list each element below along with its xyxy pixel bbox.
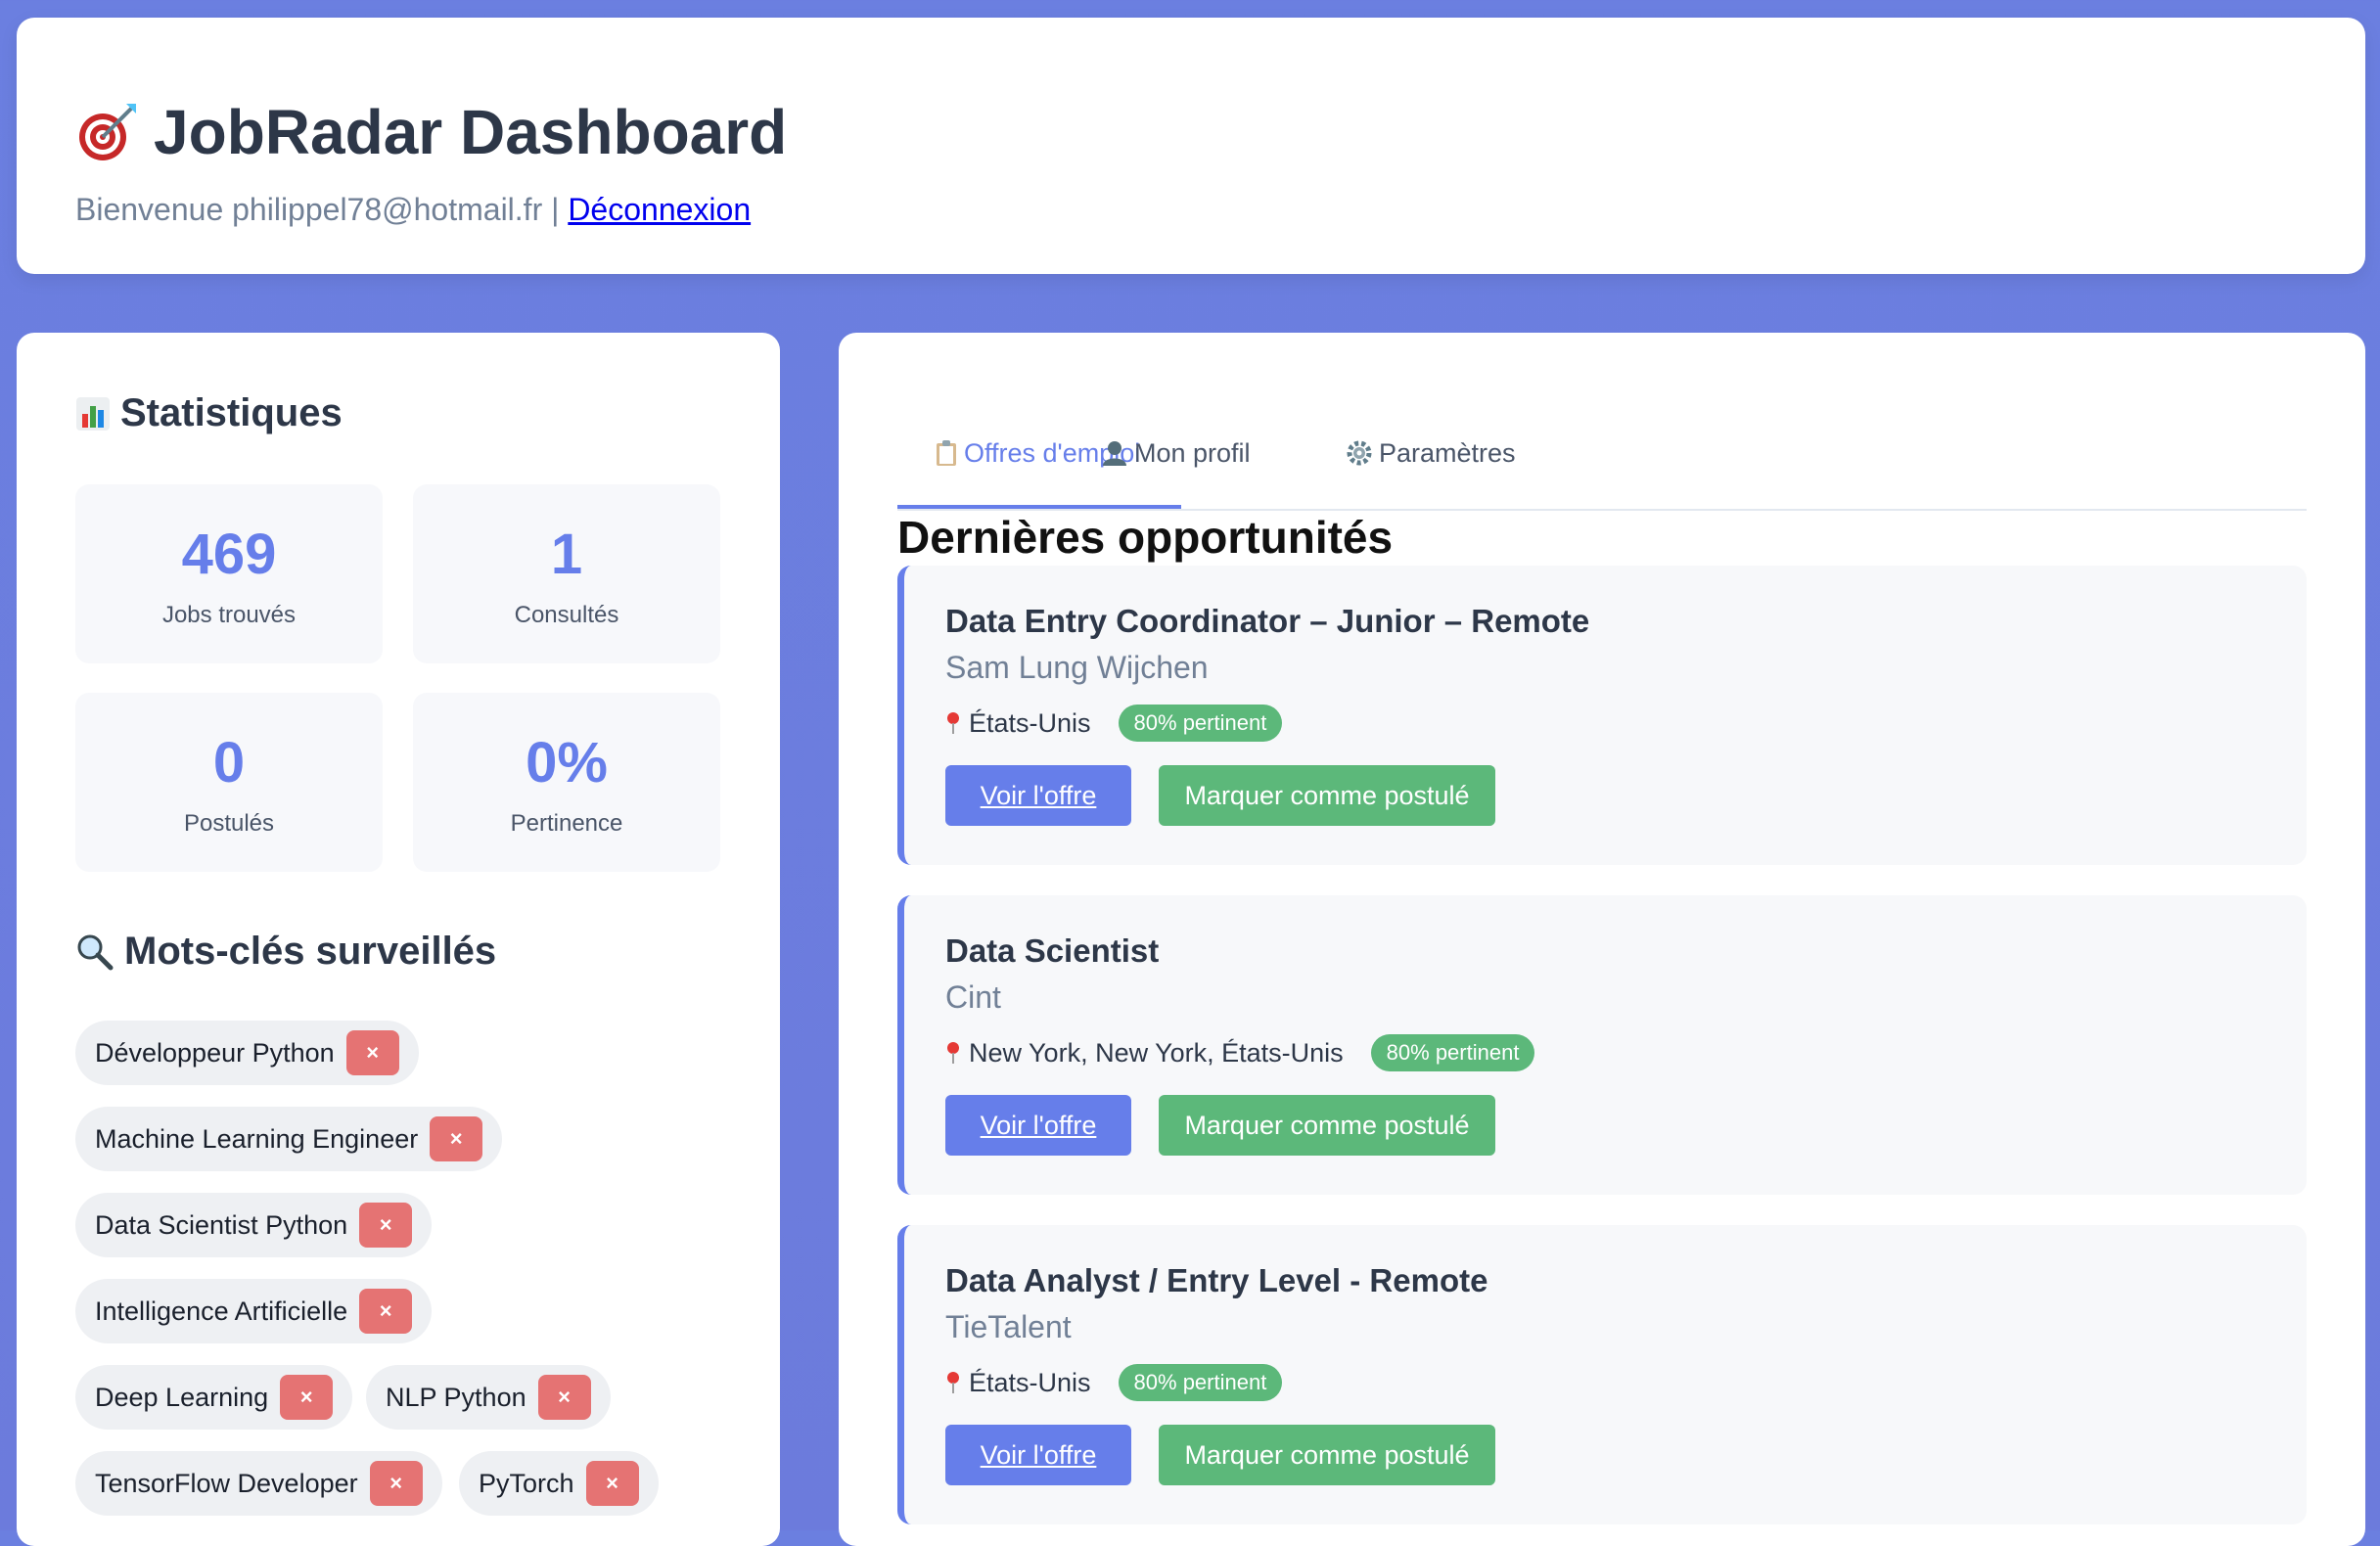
stat-value: 1: [550, 523, 583, 586]
user-icon: [1103, 441, 1126, 466]
stat-card-jobs: 469 Jobs trouvés: [75, 484, 383, 663]
relevance-badge: 80% pertinent: [1370, 1034, 1535, 1071]
sidebar-panel: Statistiques 469 Jobs trouvés 1 Consulté…: [17, 333, 780, 1546]
relevance-badge: 80% pertinent: [1118, 705, 1283, 742]
keyword-label: Intelligence Artificielle: [95, 1296, 348, 1326]
tab-label: Mon profil: [1134, 437, 1251, 468]
keywords-title: Mots-clés surveillés: [75, 930, 496, 974]
job-meta: États-Unis 80% pertinent: [945, 705, 1283, 742]
job-card: Data Entry Coordinator – Junior – Remote…: [897, 566, 2307, 865]
gear-icon: [1347, 440, 1372, 466]
mark-applied-button[interactable]: Marquer comme postulé: [1159, 765, 1495, 826]
job-title: Data Entry Coordinator – Junior – Remote: [945, 603, 1590, 639]
keyword-label: NLP Python: [386, 1382, 526, 1412]
job-location: États-Unis: [945, 708, 1091, 739]
job-meta: États-Unis 80% pertinent: [945, 1364, 1283, 1401]
keyword-label: Deep Learning: [95, 1382, 269, 1412]
pin-icon: [947, 1042, 959, 1064]
app-title: JobRadar Dashboard: [75, 96, 787, 168]
stat-card-relevance: 0% Pertinence: [413, 693, 720, 872]
job-actions: Voir l'offre Marquer comme postulé: [945, 1425, 1495, 1485]
relevance-badge: 80% pertinent: [1118, 1364, 1283, 1401]
welcome-text: Bienvenue philippel78@hotmail.fr |: [75, 192, 560, 227]
remove-keyword-button[interactable]: ×: [359, 1203, 413, 1248]
stat-card-applied: 0 Postulés: [75, 693, 383, 872]
stat-value: 0%: [526, 731, 608, 795]
active-tab-indicator: [897, 505, 1181, 509]
tab-my-profile[interactable]: Mon profil: [1101, 429, 1251, 477]
keyword-label: PyTorch: [479, 1468, 574, 1498]
view-offer-button[interactable]: Voir l'offre: [945, 1095, 1131, 1156]
job-card: Data Scientist Cint New York, New York, …: [897, 895, 2307, 1195]
keyword-label: TensorFlow Developer: [95, 1468, 358, 1498]
pin-icon: [947, 712, 959, 734]
keyword-chip: Intelligence Artificielle ×: [75, 1279, 433, 1343]
stats-title-text: Statistiques: [120, 391, 343, 434]
view-offer-button[interactable]: Voir l'offre: [945, 765, 1131, 826]
job-meta: New York, New York, États-Unis 80% perti…: [945, 1034, 1535, 1071]
job-card: Data Analyst / Entry Level - Remote TieT…: [897, 1225, 2307, 1524]
remove-keyword-button[interactable]: ×: [369, 1461, 423, 1506]
keyword-chip: Machine Learning Engineer ×: [75, 1107, 503, 1171]
job-company: TieTalent: [945, 1309, 1072, 1344]
view-offer-button[interactable]: Voir l'offre: [945, 1425, 1131, 1485]
job-actions: Voir l'offre Marquer comme postulé: [945, 1095, 1495, 1156]
keyword-chip: PyTorch ×: [459, 1451, 659, 1516]
app-title-text: JobRadar Dashboard: [154, 97, 788, 167]
remove-keyword-button[interactable]: ×: [537, 1375, 591, 1420]
remove-keyword-button[interactable]: ×: [359, 1289, 413, 1334]
job-location: New York, New York, États-Unis: [945, 1038, 1344, 1069]
keywords-title-text: Mots-clés surveillés: [124, 930, 497, 973]
job-title: Data Analyst / Entry Level - Remote: [945, 1262, 1488, 1298]
keyword-label: Machine Learning Engineer: [95, 1123, 419, 1154]
main-panel: Offres d'emploi Mon profil Paramètres De…: [839, 333, 2365, 1546]
logout-link[interactable]: Déconnexion: [568, 192, 751, 227]
clipboard-icon: [937, 440, 956, 466]
stat-value: 469: [181, 523, 277, 586]
keyword-chip: Deep Learning ×: [75, 1365, 353, 1430]
stats-title: Statistiques: [75, 391, 343, 435]
keyword-chip: NLP Python ×: [366, 1365, 611, 1430]
magnifier-icon: [77, 934, 114, 970]
remove-keyword-button[interactable]: ×: [345, 1030, 399, 1075]
mark-applied-button[interactable]: Marquer comme postulé: [1159, 1095, 1495, 1156]
mark-applied-button[interactable]: Marquer comme postulé: [1159, 1425, 1495, 1485]
remove-keyword-button[interactable]: ×: [585, 1461, 639, 1506]
job-company: Sam Lung Wijchen: [945, 650, 1209, 685]
tab-settings[interactable]: Paramètres: [1346, 429, 1516, 477]
header: JobRadar Dashboard Bienvenue philippel78…: [17, 18, 2365, 274]
remove-keyword-button[interactable]: ×: [280, 1375, 334, 1420]
job-company: Cint: [945, 979, 1001, 1015]
stat-label: Consultés: [514, 602, 619, 628]
tab-bar: Offres d'emploi Mon profil Paramètres: [897, 401, 2307, 511]
stat-value: 0: [212, 731, 246, 795]
stat-label: Jobs trouvés: [161, 602, 297, 628]
jobs-list-title: Dernières opportunités: [897, 512, 1394, 563]
pin-icon: [947, 1372, 959, 1393]
job-location-text: États-Unis: [969, 707, 1091, 738]
job-location-text: New York, New York, États-Unis: [969, 1037, 1344, 1068]
keyword-label: Data Scientist Python: [95, 1209, 348, 1240]
target-icon: [79, 104, 136, 160]
job-actions: Voir l'offre Marquer comme postulé: [945, 765, 1495, 826]
remove-keyword-button[interactable]: ×: [430, 1116, 483, 1161]
job-title: Data Scientist: [945, 932, 1160, 969]
bar-chart-icon: [76, 396, 110, 431]
stat-card-viewed: 1 Consultés: [413, 484, 720, 663]
keyword-chip: Développeur Python ×: [75, 1021, 419, 1085]
stat-label: Postulés: [183, 810, 275, 837]
job-location-text: États-Unis: [969, 1367, 1091, 1397]
job-location: États-Unis: [945, 1368, 1091, 1398]
keyword-chip: TensorFlow Developer ×: [75, 1451, 442, 1516]
welcome-line: Bienvenue philippel78@hotmail.fr | Décon…: [75, 192, 751, 228]
tab-label: Paramètres: [1379, 437, 1516, 468]
stat-label: Pertinence: [510, 810, 623, 837]
keyword-chip: Data Scientist Python ×: [75, 1193, 433, 1257]
keyword-label: Développeur Python: [95, 1037, 335, 1068]
